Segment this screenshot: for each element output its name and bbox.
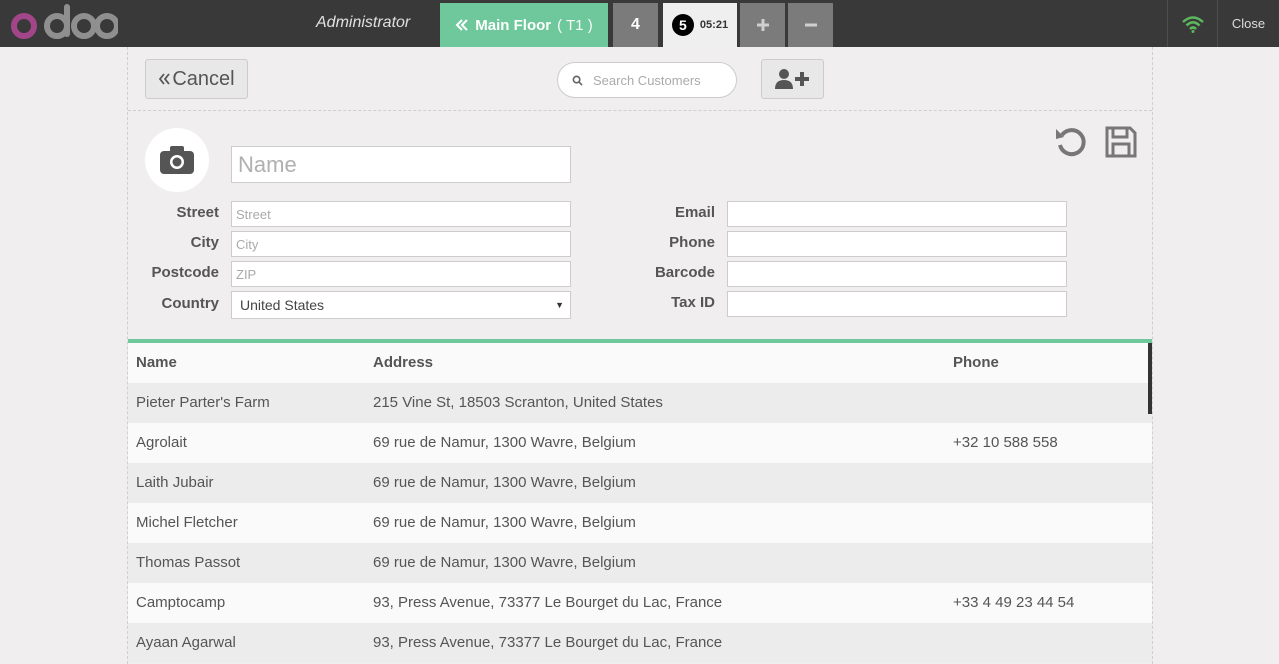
top-bar: Administrator Main Floor ( T1 ) 4 5 05:2…	[0, 0, 1279, 47]
customer-name: Agrolait	[136, 434, 187, 451]
customer-address: 93, Press Avenue, 73377 Le Bourget du La…	[373, 594, 723, 611]
new-customer-button[interactable]	[761, 59, 824, 99]
double-chevron-left-icon	[455, 19, 469, 31]
table-row[interactable]: Agrolait 69 rue de Namur, 1300 Wavre, Be…	[128, 423, 1152, 463]
table-row[interactable]: Pieter Parter's Farm 215 Vine St, 18503 …	[128, 383, 1152, 423]
table-label: ( T1 )	[557, 16, 593, 34]
barcode-field[interactable]	[727, 261, 1067, 287]
search-icon	[572, 75, 583, 86]
customer-name: Thomas Passot	[136, 554, 241, 571]
wifi-icon	[1181, 15, 1204, 33]
customer-name: Pieter Parter's Farm	[136, 394, 270, 411]
customer-address: 69 rue de Namur, 1300 Wavre, Belgium	[373, 434, 636, 451]
tax-id-label: Tax ID	[671, 294, 715, 311]
name-field[interactable]	[231, 146, 571, 183]
customer-name: Camptocamp	[136, 594, 226, 611]
order-number: 5	[671, 14, 694, 36]
customer-phone: +32 10 588 558	[953, 434, 1058, 451]
table-row[interactable]: Ayaan Agarwal 93, Press Avenue, 73377 Le…	[128, 623, 1152, 663]
search-input[interactable]	[593, 72, 723, 88]
order-tab-4[interactable]: 4	[613, 3, 658, 47]
order-time: 05:21	[699, 19, 729, 31]
street-label: Street	[176, 204, 219, 221]
panel-header: Cancel	[128, 47, 1152, 111]
country-label: Country	[161, 295, 220, 312]
customer-search[interactable]	[557, 62, 737, 98]
table-row[interactable]: Thomas Passot 69 rue de Namur, 1300 Wavr…	[128, 543, 1152, 583]
postcode-field[interactable]	[231, 261, 571, 287]
close-button[interactable]: Close	[1217, 0, 1279, 47]
column-header-phone: Phone	[953, 354, 999, 371]
postcode-label: Postcode	[151, 264, 219, 281]
cancel-label: Cancel	[172, 67, 235, 90]
customer-name: Ayaan Agarwal	[136, 634, 236, 651]
user-plus-icon	[774, 69, 809, 89]
dropdown-arrow-icon: ▼	[555, 300, 564, 310]
connection-status[interactable]	[1167, 0, 1217, 47]
customer-panel: Cancel Street City	[127, 47, 1153, 664]
order-tab-5[interactable]: 5 05:21	[663, 3, 737, 47]
double-chevron-left-icon	[159, 73, 171, 85]
email-field[interactable]	[727, 201, 1067, 227]
save-icon[interactable]	[1104, 125, 1138, 159]
customer-address: 69 rue de Namur, 1300 Wavre, Belgium	[373, 514, 636, 531]
street-field[interactable]	[231, 201, 571, 227]
customer-name: Laith Jubair	[136, 474, 214, 491]
cancel-button[interactable]: Cancel	[145, 59, 248, 99]
customer-address: 215 Vine St, 18503 Scranton, United Stat…	[373, 394, 663, 411]
table-row[interactable]: Laith Jubair 69 rue de Namur, 1300 Wavre…	[128, 463, 1152, 503]
customer-name: Michel Fletcher	[136, 514, 238, 531]
order-number: 4	[631, 16, 640, 33]
barcode-label: Barcode	[654, 264, 715, 281]
odoo-logo	[11, 4, 118, 39]
table-scrollbar[interactable]	[1148, 343, 1152, 414]
remove-order-button[interactable]	[788, 3, 833, 47]
city-label: City	[190, 234, 219, 251]
city-field[interactable]	[231, 231, 571, 257]
customer-phone: +33 4 49 23 44 54	[953, 594, 1075, 611]
floor-label: Main Floor	[475, 16, 552, 34]
table-row[interactable]: Camptocamp 93, Press Avenue, 73377 Le Bo…	[128, 583, 1152, 623]
customer-table: Name Address Phone Pieter Parter's Farm …	[128, 339, 1152, 663]
customer-address: 69 rue de Namur, 1300 Wavre, Belgium	[373, 474, 636, 491]
customer-address: 93, Press Avenue, 73377 Le Bourget du La…	[373, 634, 723, 651]
phone-label: Phone	[669, 234, 715, 251]
tax-id-field[interactable]	[727, 291, 1067, 317]
user-name[interactable]: Administrator	[316, 14, 410, 32]
column-header-name: Name	[136, 354, 177, 371]
table-row[interactable]: Michel Fletcher 69 rue de Namur, 1300 Wa…	[128, 503, 1152, 543]
floor-button[interactable]: Main Floor ( T1 )	[440, 3, 608, 47]
undo-icon[interactable]	[1054, 125, 1088, 159]
table-header: Name Address Phone	[128, 343, 1152, 383]
camera-icon	[160, 146, 194, 174]
plus-icon	[756, 19, 769, 31]
minus-icon	[804, 23, 817, 27]
email-label: Email	[674, 204, 715, 221]
country-select[interactable]: United States ▼	[231, 291, 571, 319]
customer-address: 69 rue de Namur, 1300 Wavre, Belgium	[373, 554, 636, 571]
country-value: United States	[240, 297, 325, 313]
add-order-button[interactable]	[740, 3, 785, 47]
phone-field[interactable]	[727, 231, 1067, 257]
column-header-address: Address	[373, 354, 434, 371]
customer-photo[interactable]	[145, 128, 209, 192]
